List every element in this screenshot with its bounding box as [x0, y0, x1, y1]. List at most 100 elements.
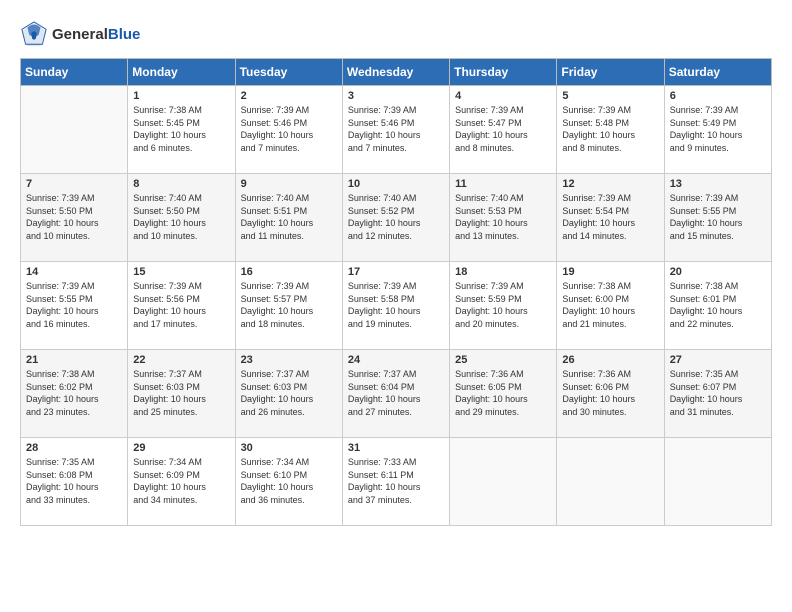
day-number: 14 [26, 266, 122, 278]
day-number: 30 [241, 442, 337, 454]
day-cell [450, 438, 557, 526]
day-cell: 6 Sunrise: 7:39 AM Sunset: 5:49 PM Daylig… [664, 86, 771, 174]
week-row-4: 21 Sunrise: 7:38 AM Sunset: 6:02 PM Dayli… [21, 350, 772, 438]
day-cell: 30 Sunrise: 7:34 AM Sunset: 6:10 PM Dayli… [235, 438, 342, 526]
day-info: Sunrise: 7:39 AM Sunset: 5:49 PM Dayligh… [670, 104, 766, 154]
day-number: 13 [670, 178, 766, 190]
day-cell: 4 Sunrise: 7:39 AM Sunset: 5:47 PM Daylig… [450, 86, 557, 174]
day-cell: 18 Sunrise: 7:39 AM Sunset: 5:59 PM Dayli… [450, 262, 557, 350]
day-cell: 10Sunrise: 7:40 AM Sunset: 5:52 PM Dayli… [342, 174, 449, 262]
day-info: Sunrise: 7:39 AM Sunset: 5:55 PM Dayligh… [26, 280, 122, 330]
day-number: 19 [562, 266, 658, 278]
day-cell: 12 Sunrise: 7:39 AM Sunset: 5:54 PM Dayli… [557, 174, 664, 262]
calendar-body: 1 Sunrise: 7:38 AM Sunset: 5:45 PM Daylig… [21, 86, 772, 526]
day-info: Sunrise: 7:40 AM Sunset: 5:51 PM Dayligh… [241, 192, 337, 242]
day-number: 16 [241, 266, 337, 278]
day-cell [557, 438, 664, 526]
day-cell: 23 Sunrise: 7:37 AM Sunset: 6:03 PM Dayli… [235, 350, 342, 438]
day-number: 4 [455, 90, 551, 102]
day-cell: 22 Sunrise: 7:37 AM Sunset: 6:03 PM Dayli… [128, 350, 235, 438]
day-cell: 2Sunrise: 7:39 AM Sunset: 5:46 PM Daylig… [235, 86, 342, 174]
day-number: 28 [26, 442, 122, 454]
day-cell [21, 86, 128, 174]
day-cell: 27 Sunrise: 7:35 AM Sunset: 6:07 PM Dayli… [664, 350, 771, 438]
day-cell: 8Sunrise: 7:40 AM Sunset: 5:50 PM Daylig… [128, 174, 235, 262]
day-info: Sunrise: 7:39 AM Sunset: 5:54 PM Dayligh… [562, 192, 658, 242]
header-row: SundayMondayTuesdayWednesdayThursdayFrid… [21, 59, 772, 86]
day-info: Sunrise: 7:39 AM Sunset: 5:46 PM Dayligh… [348, 104, 444, 154]
day-cell: 31 Sunrise: 7:33 AM Sunset: 6:11 PM Dayli… [342, 438, 449, 526]
day-info: Sunrise: 7:38 AM Sunset: 6:02 PM Dayligh… [26, 368, 122, 418]
day-number: 15 [133, 266, 229, 278]
day-number: 9 [241, 178, 337, 190]
day-cell: 11 Sunrise: 7:40 AM Sunset: 5:53 PM Dayli… [450, 174, 557, 262]
header-cell-tuesday: Tuesday [235, 59, 342, 86]
day-number: 31 [348, 442, 444, 454]
day-info: Sunrise: 7:35 AM Sunset: 6:07 PM Dayligh… [670, 368, 766, 418]
logo: GeneralBlue [20, 20, 140, 48]
day-number: 7 [26, 178, 122, 190]
header-cell-wednesday: Wednesday [342, 59, 449, 86]
day-number: 10 [348, 178, 444, 190]
day-cell: 3Sunrise: 7:39 AM Sunset: 5:46 PM Daylig… [342, 86, 449, 174]
header-cell-saturday: Saturday [664, 59, 771, 86]
day-info: Sunrise: 7:35 AM Sunset: 6:08 PM Dayligh… [26, 456, 122, 506]
header-cell-friday: Friday [557, 59, 664, 86]
day-info: Sunrise: 7:40 AM Sunset: 5:53 PM Dayligh… [455, 192, 551, 242]
day-info: Sunrise: 7:33 AM Sunset: 6:11 PM Dayligh… [348, 456, 444, 506]
day-number: 18 [455, 266, 551, 278]
day-cell [664, 438, 771, 526]
day-info: Sunrise: 7:38 AM Sunset: 6:01 PM Dayligh… [670, 280, 766, 330]
day-number: 1 [133, 90, 229, 102]
day-cell: 14 Sunrise: 7:39 AM Sunset: 5:55 PM Dayli… [21, 262, 128, 350]
day-info: Sunrise: 7:40 AM Sunset: 5:50 PM Dayligh… [133, 192, 229, 242]
day-info: Sunrise: 7:34 AM Sunset: 6:09 PM Dayligh… [133, 456, 229, 506]
day-info: Sunrise: 7:34 AM Sunset: 6:10 PM Dayligh… [241, 456, 337, 506]
day-cell: 7 Sunrise: 7:39 AM Sunset: 5:50 PM Daylig… [21, 174, 128, 262]
day-info: Sunrise: 7:39 AM Sunset: 5:57 PM Dayligh… [241, 280, 337, 330]
day-cell: 29 Sunrise: 7:34 AM Sunset: 6:09 PM Dayli… [128, 438, 235, 526]
day-number: 17 [348, 266, 444, 278]
day-info: Sunrise: 7:38 AM Sunset: 6:00 PM Dayligh… [562, 280, 658, 330]
day-number: 6 [670, 90, 766, 102]
day-number: 12 [562, 178, 658, 190]
day-info: Sunrise: 7:39 AM Sunset: 5:50 PM Dayligh… [26, 192, 122, 242]
day-info: Sunrise: 7:39 AM Sunset: 5:56 PM Dayligh… [133, 280, 229, 330]
day-number: 2 [241, 90, 337, 102]
day-cell: 16 Sunrise: 7:39 AM Sunset: 5:57 PM Dayli… [235, 262, 342, 350]
header-cell-monday: Monday [128, 59, 235, 86]
day-info: Sunrise: 7:39 AM Sunset: 5:58 PM Dayligh… [348, 280, 444, 330]
day-cell: 15 Sunrise: 7:39 AM Sunset: 5:56 PM Dayli… [128, 262, 235, 350]
day-cell: 25 Sunrise: 7:36 AM Sunset: 6:05 PM Dayli… [450, 350, 557, 438]
header-cell-sunday: Sunday [21, 59, 128, 86]
day-number: 29 [133, 442, 229, 454]
day-number: 21 [26, 354, 122, 366]
day-number: 20 [670, 266, 766, 278]
day-info: Sunrise: 7:37 AM Sunset: 6:03 PM Dayligh… [241, 368, 337, 418]
day-info: Sunrise: 7:39 AM Sunset: 5:55 PM Dayligh… [670, 192, 766, 242]
day-number: 11 [455, 178, 551, 190]
day-info: Sunrise: 7:39 AM Sunset: 5:47 PM Dayligh… [455, 104, 551, 154]
day-number: 5 [562, 90, 658, 102]
day-number: 22 [133, 354, 229, 366]
day-number: 27 [670, 354, 766, 366]
day-number: 23 [241, 354, 337, 366]
logo-icon [20, 20, 48, 48]
day-info: Sunrise: 7:37 AM Sunset: 6:03 PM Dayligh… [133, 368, 229, 418]
day-info: Sunrise: 7:36 AM Sunset: 6:05 PM Dayligh… [455, 368, 551, 418]
calendar-table: SundayMondayTuesdayWednesdayThursdayFrid… [20, 58, 772, 526]
day-cell: 19 Sunrise: 7:38 AM Sunset: 6:00 PM Dayli… [557, 262, 664, 350]
day-cell: 1 Sunrise: 7:38 AM Sunset: 5:45 PM Daylig… [128, 86, 235, 174]
week-row-5: 28 Sunrise: 7:35 AM Sunset: 6:08 PM Dayli… [21, 438, 772, 526]
day-cell: 24Sunrise: 7:37 AM Sunset: 6:04 PM Dayli… [342, 350, 449, 438]
day-cell: 17 Sunrise: 7:39 AM Sunset: 5:58 PM Dayli… [342, 262, 449, 350]
day-cell: 20 Sunrise: 7:38 AM Sunset: 6:01 PM Dayli… [664, 262, 771, 350]
calendar-header: SundayMondayTuesdayWednesdayThursdayFrid… [21, 59, 772, 86]
day-number: 25 [455, 354, 551, 366]
day-cell: 9 Sunrise: 7:40 AM Sunset: 5:51 PM Daylig… [235, 174, 342, 262]
page-header: GeneralBlue [20, 20, 772, 48]
day-cell: 28 Sunrise: 7:35 AM Sunset: 6:08 PM Dayli… [21, 438, 128, 526]
day-info: Sunrise: 7:38 AM Sunset: 5:45 PM Dayligh… [133, 104, 229, 154]
day-cell: 26Sunrise: 7:36 AM Sunset: 6:06 PM Dayli… [557, 350, 664, 438]
day-info: Sunrise: 7:39 AM Sunset: 5:59 PM Dayligh… [455, 280, 551, 330]
